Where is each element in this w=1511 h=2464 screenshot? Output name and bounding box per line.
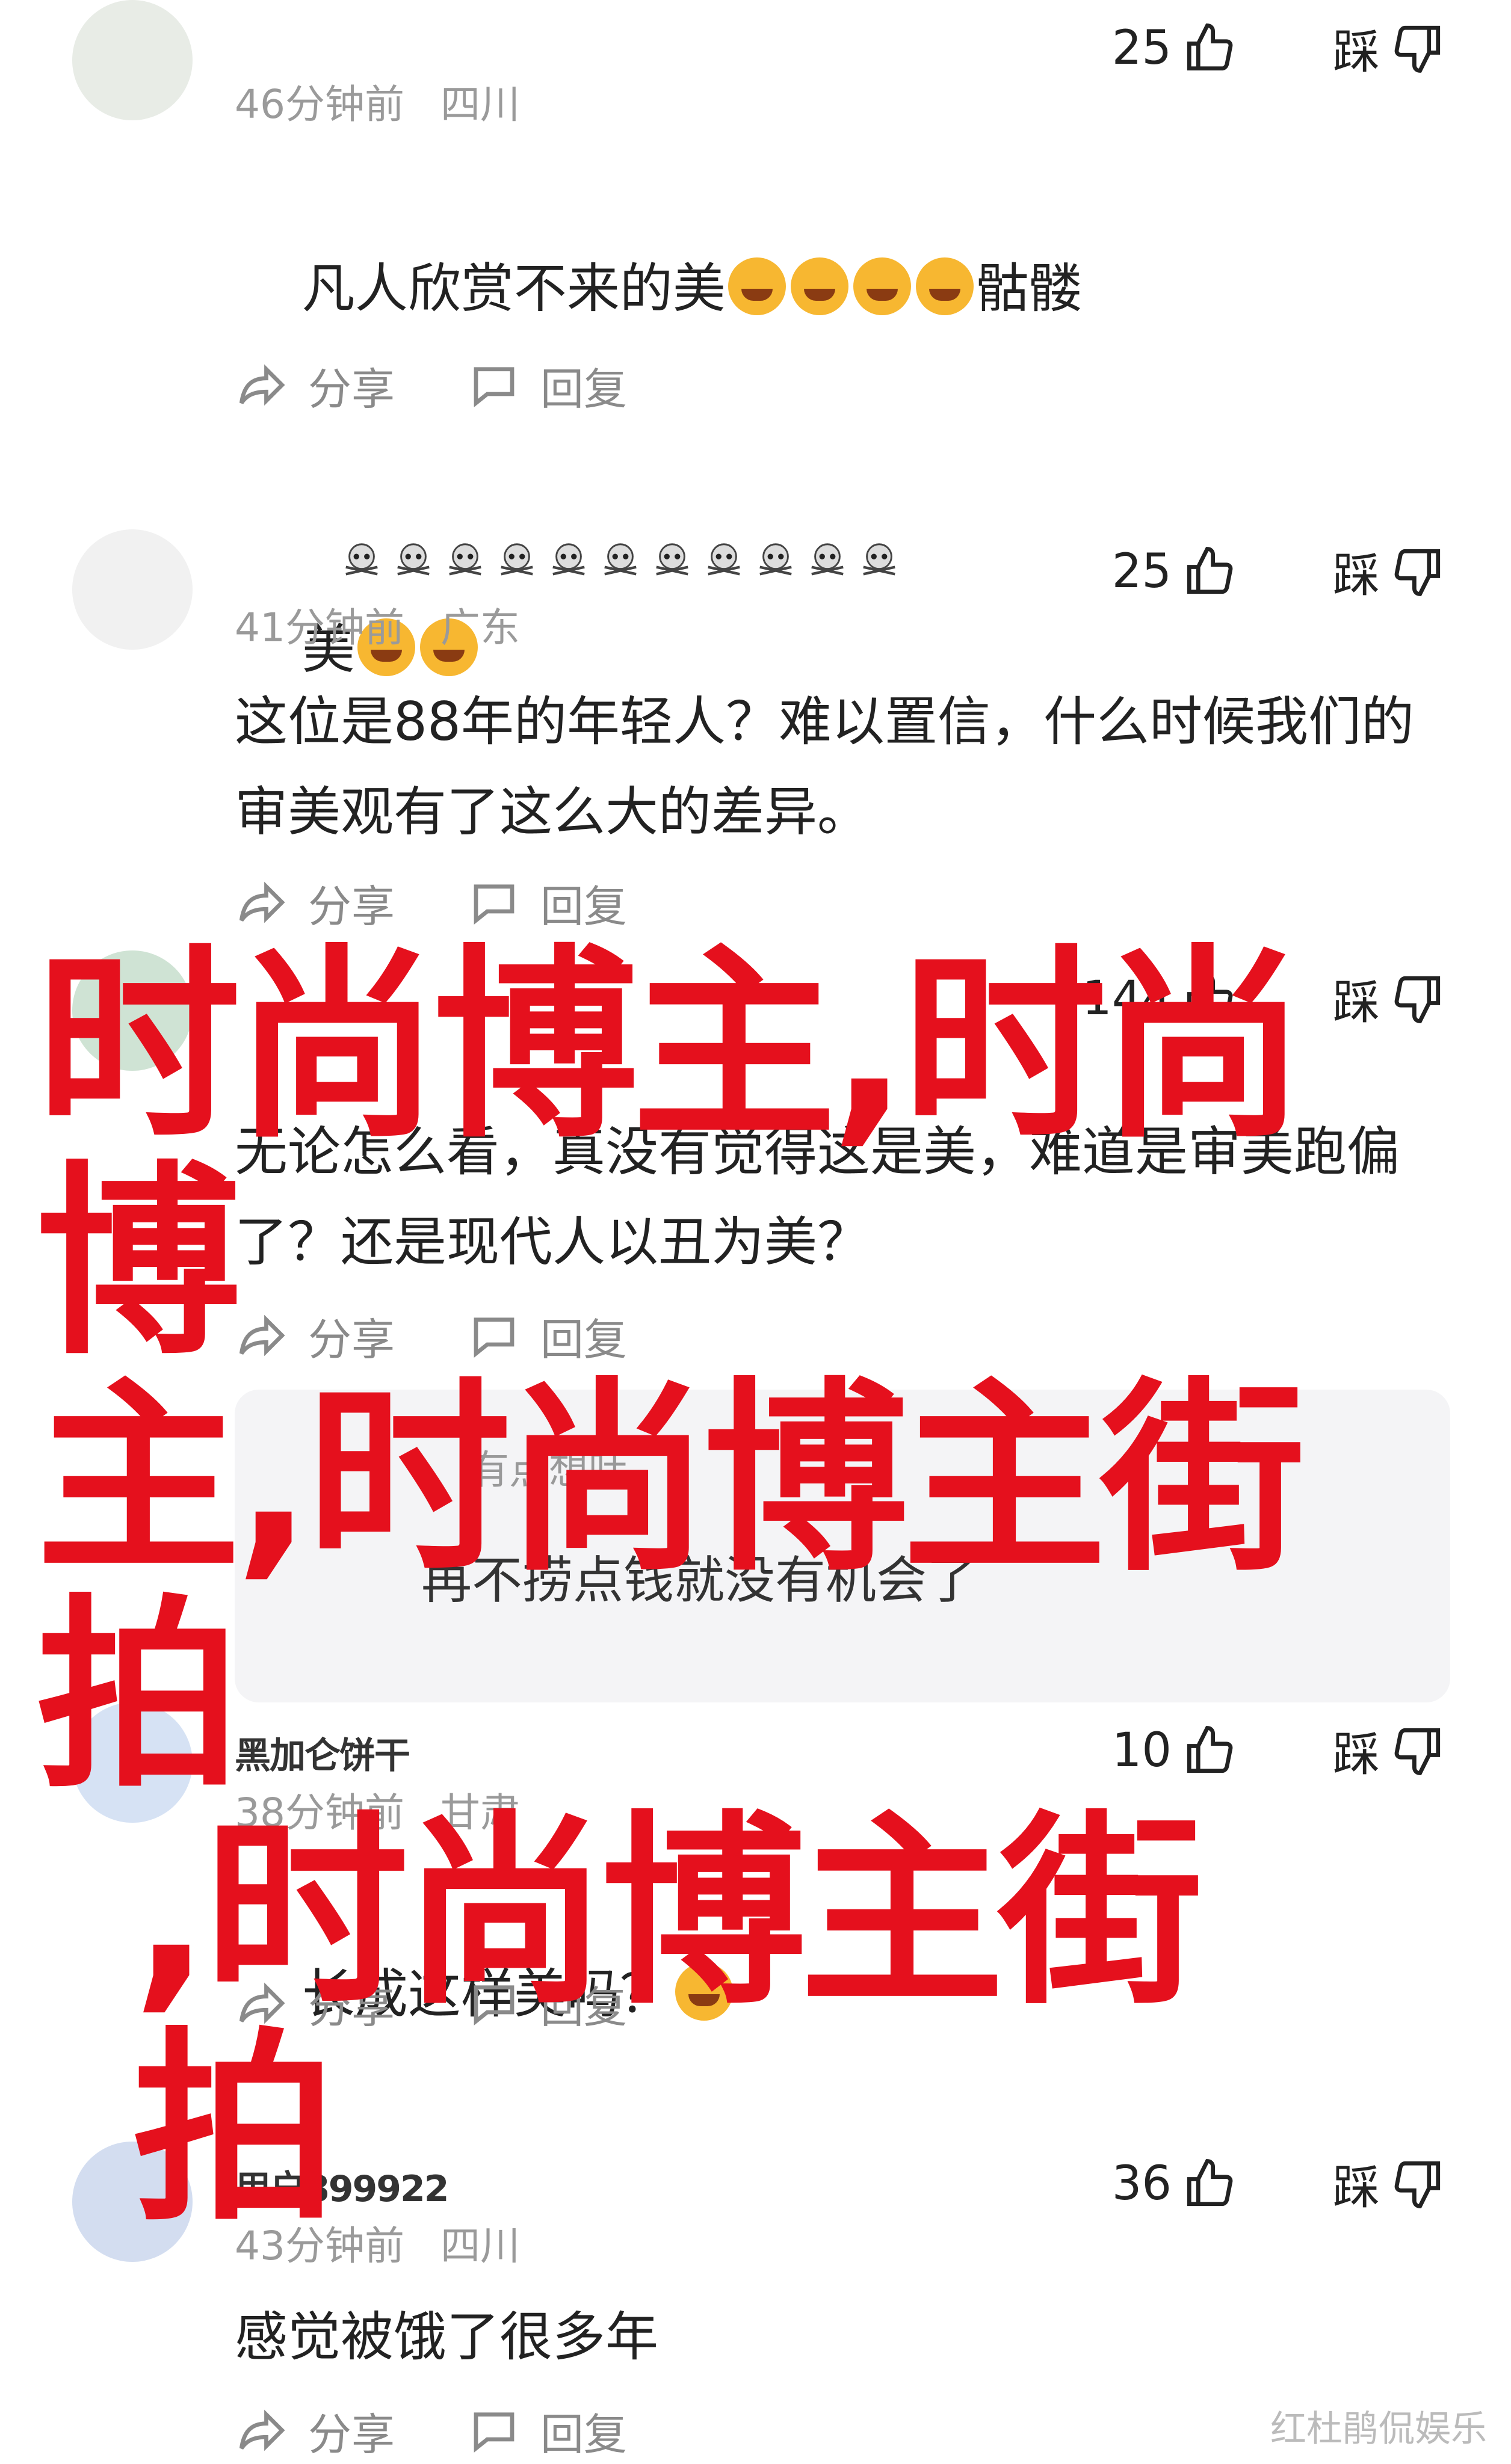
- skull-icon: [604, 543, 637, 576]
- comment-bubble-icon: [474, 367, 514, 408]
- reply-button[interactable]: 回复: [467, 354, 627, 417]
- share-icon: [239, 881, 285, 923]
- thumbs-down-icon[interactable]: [1391, 21, 1445, 75]
- share-button[interactable]: 分享: [235, 354, 395, 417]
- skull-icon: [863, 543, 895, 576]
- comment-actions: 分享 回复: [235, 872, 627, 932]
- skull-icon: [552, 543, 585, 576]
- grin-emoji-icon: [728, 257, 786, 315]
- reply-button[interactable]: 回复: [467, 2399, 627, 2462]
- tongue-emoji-icon: [790, 257, 848, 315]
- thumbs-down-icon[interactable]: [1391, 544, 1445, 599]
- share-button[interactable]: 分享: [235, 2399, 395, 2462]
- comment-location: 四川: [440, 81, 520, 128]
- thumbs-up-icon[interactable]: [1182, 21, 1237, 75]
- skull-icon: [449, 543, 481, 576]
- comment-meta: 46分钟前 四川: [235, 72, 520, 130]
- like-count: 25: [1111, 21, 1172, 75]
- share-button[interactable]: 分享: [235, 871, 395, 934]
- thumbs-down-icon[interactable]: [1391, 2157, 1445, 2211]
- overlay-line-2: 主,时尚博主街拍: [36, 1361, 1305, 1816]
- comment-time: 41分钟前: [235, 605, 404, 651]
- comment-text: 感觉被饿了很多年: [235, 2306, 659, 2368]
- share-icon: [239, 364, 285, 406]
- vote-bar: 25 踩: [1112, 12, 1445, 84]
- thumbs-down-icon[interactable]: [1391, 972, 1445, 1026]
- skull-icon: [811, 543, 844, 576]
- comment-bubble-icon: [474, 884, 514, 925]
- comment-time: 46分钟前: [235, 81, 404, 128]
- skull-icon: [345, 543, 378, 576]
- comment-text: 这位是88年的年轻人？难以置信，什么时候我们的审美观有了这么大的差异。: [235, 691, 1414, 843]
- vote-bar: 25 踩: [1112, 535, 1445, 608]
- skull-icon: [656, 543, 688, 576]
- skull-icon: [759, 543, 792, 576]
- thumbs-down-icon[interactable]: [1391, 1723, 1445, 1778]
- comment-meta: 41分钟前 广东: [235, 596, 520, 653]
- share-icon: [239, 2409, 285, 2451]
- skull-icon: [708, 543, 740, 576]
- overlay-title: 时尚博主,时尚博 主,时尚博主街拍 ,时尚博主街拍: [36, 938, 1360, 2238]
- overlay-line-3: ,时尚博主街拍: [132, 1794, 1203, 2249]
- overlay-line-1: 时尚博主,时尚博: [36, 928, 1305, 1382]
- tongue-emoji-icon: [853, 257, 911, 315]
- watermark: 红杜鹃侃娱乐: [1270, 2408, 1487, 2450]
- thumbs-up-icon[interactable]: [1182, 544, 1237, 599]
- like-count: 25: [1111, 544, 1172, 599]
- tongue-emoji-icon: [915, 257, 974, 315]
- avatar[interactable]: [72, 529, 193, 650]
- comment-location: 广东: [440, 605, 520, 651]
- skull-icon: [501, 543, 533, 576]
- reply-button[interactable]: 回复: [467, 871, 627, 934]
- dislike-label: 踩: [1332, 549, 1380, 603]
- skull-icon: [397, 543, 430, 576]
- dislike-label: 踩: [1332, 25, 1380, 79]
- comment-actions: 分享 回复: [235, 2400, 627, 2460]
- avatar[interactable]: [72, 0, 193, 120]
- comment-bubble-icon: [474, 2412, 514, 2453]
- comment-actions: 分享 回复: [235, 355, 627, 415]
